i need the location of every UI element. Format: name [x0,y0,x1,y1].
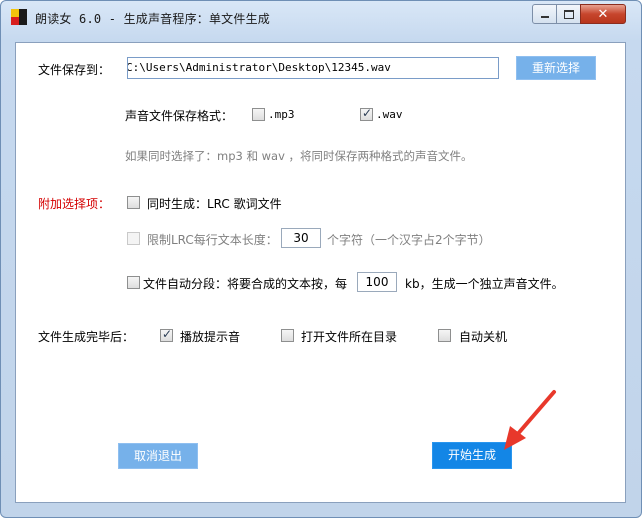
minimize-icon [540,16,549,18]
main-panel: 文件保存到： C:\Users\Administrator\Desktop\12… [15,42,626,503]
close-button[interactable]: ✕ [580,4,626,24]
play-sound-checkbox[interactable] [160,327,173,342]
cancel-exit-button[interactable]: 取消退出 [118,443,198,469]
close-icon: ✕ [597,6,609,22]
auto-split-checkbox[interactable] [127,276,140,289]
lrc-limit-input[interactable]: 30 [281,228,321,248]
title-bar[interactable]: 朗读女 6.0 - 生成声音程序：单文件生成 ✕ [1,1,641,47]
maximize-icon [563,9,574,19]
on-complete-label: 文件生成完毕后： [38,330,135,344]
lrc-limit-checkbox[interactable] [127,232,140,245]
lrc-limit-suffix: 个字符（一个汉字占2个字节） [327,233,491,247]
format-hint: 如果同时选择了：mp3 和 wav ，将同时保存两种格式的声音文件。 [125,149,473,163]
lrc-checkbox[interactable] [127,196,140,209]
auto-split-label: 文件自动分段：将要合成的文本按，每 [143,277,348,291]
app-logo-icon [11,9,27,25]
save-path-input[interactable]: C:\Users\Administrator\Desktop\12345.wav [127,57,499,79]
open-folder-checkbox[interactable] [281,329,294,342]
wav-checkbox[interactable] [360,106,373,121]
save-path-label: 文件保存到： [38,63,111,77]
play-sound-label: 播放提示音 [180,330,241,344]
wav-label: .wav [376,108,403,121]
lrc-limit-label: 限制LRC每行文本长度： [147,233,278,247]
extra-options-label: 附加选择项： [38,197,111,211]
auto-split-suffix: kb，生成一个独立声音文件。 [405,277,564,291]
auto-shutdown-label: 自动关机 [459,330,508,344]
window-title: 朗读女 6.0 - 生成声音程序：单文件生成 [35,12,270,26]
format-label: 声音文件保存格式： [125,109,234,123]
maximize-button[interactable] [556,4,581,24]
reselect-button[interactable]: 重新选择 [516,56,596,80]
mp3-checkbox[interactable] [252,108,265,121]
minimize-button[interactable] [532,4,557,24]
auto-split-size-input[interactable]: 100 [357,272,397,292]
auto-shutdown-checkbox[interactable] [438,329,451,342]
annotation-arrow-icon [504,390,556,450]
mp3-label: .mp3 [268,108,295,121]
app-window: 朗读女 6.0 - 生成声音程序：单文件生成 ✕ 文件保存到： C:\Users… [0,0,642,518]
lrc-label: 同时生成：LRC 歌词文件 [147,197,282,211]
open-folder-label: 打开文件所在目录 [301,330,398,344]
